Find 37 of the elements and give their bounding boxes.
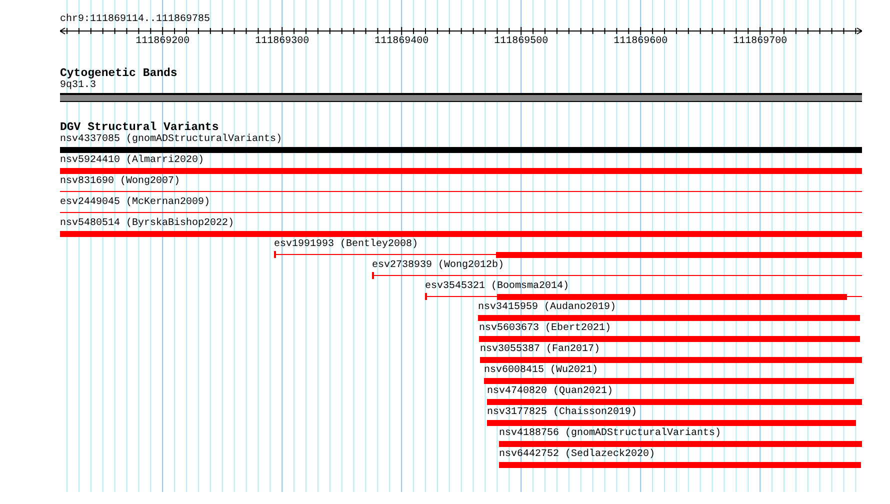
variant-label[interactable]: nsv5480514 (ByrskaBishop2022) [60, 218, 234, 230]
track-title[interactable]: Cytogenetic Bands [60, 68, 178, 80]
variant-bar[interactable] [484, 378, 854, 384]
variant-bar[interactable] [499, 441, 862, 447]
variant-bar[interactable] [60, 168, 862, 174]
variant-bar[interactable] [479, 336, 860, 342]
variant-label[interactable]: nsv3177825 (Chaisson2019) [487, 407, 638, 419]
variant-bar[interactable] [60, 147, 862, 153]
variant-label[interactable]: nsv3415959 (Audano2019) [478, 302, 616, 314]
variant-label[interactable]: nsv4188756 (gnomADStructuralVariants) [499, 428, 722, 440]
variant-label[interactable]: nsv4740820 (Quan2021) [487, 386, 614, 398]
variant-bar[interactable] [480, 357, 862, 363]
variant-label[interactable]: esv3545321 (Boomsma2014) [425, 281, 570, 293]
variant-label[interactable]: nsv6442752 (Sedlazeck2020) [499, 449, 656, 461]
variant-bar[interactable] [478, 315, 860, 321]
position-label: chr9:111869114..111869785 [60, 14, 210, 26]
band-name: 9q31.3 [60, 80, 96, 92]
variant-bar[interactable] [487, 420, 856, 426]
tick-label: 111869600 [614, 36, 668, 48]
tick-label: 111869700 [733, 36, 788, 48]
tick-label: 111869400 [374, 36, 429, 48]
tick-label: 111869500 [494, 36, 548, 48]
variant-label[interactable]: nsv5924410 (Almarri2020) [60, 155, 204, 167]
variant-label[interactable]: nsv831690 (Wong2007) [60, 176, 180, 188]
variant-label[interactable]: esv1991993 (Bentley2008) [274, 239, 418, 251]
variant-bar[interactable] [499, 462, 861, 468]
variant-label[interactable]: nsv3055387 (Fan2017) [480, 344, 600, 356]
tick-label: 111869200 [136, 36, 190, 48]
variant-label[interactable]: esv2738939 (Wong2012b) [372, 260, 504, 272]
variant-label[interactable]: nsv4337085 (gnomADStructuralVariants) [60, 134, 282, 146]
variant-label[interactable]: nsv5603673 (Ebert2021) [479, 323, 612, 335]
variant-label[interactable]: nsv6008415 (Wu2021) [484, 365, 598, 377]
variant-bar[interactable] [60, 231, 862, 237]
variant-label[interactable]: esv2449045 (McKernan2009) [60, 197, 210, 209]
track-title[interactable]: DGV Structural Variants [60, 122, 219, 134]
tick-label: 111869300 [255, 36, 310, 48]
variant-bar[interactable] [487, 399, 862, 405]
